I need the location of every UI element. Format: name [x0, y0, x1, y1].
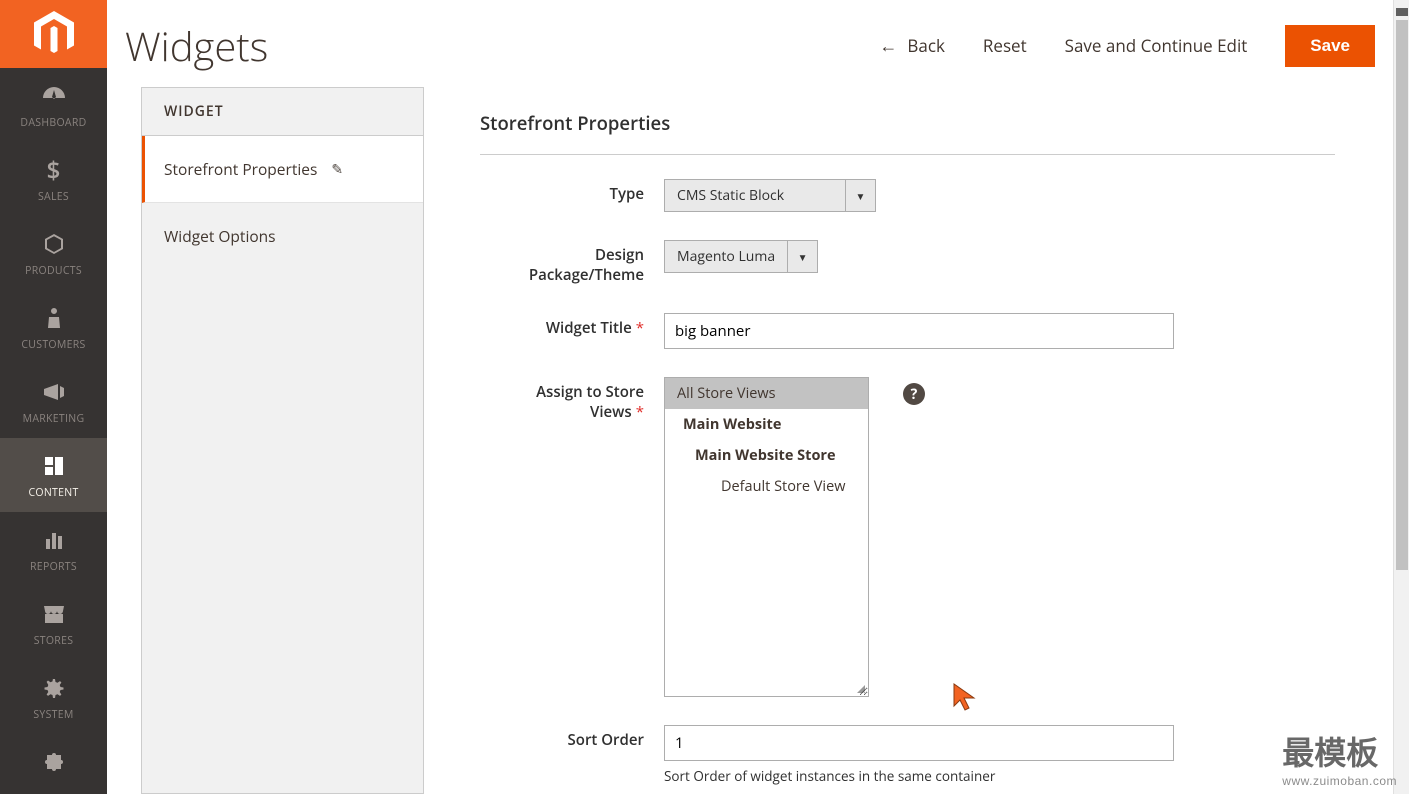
type-label: Type [480, 179, 650, 205]
store-option[interactable]: All Store Views [665, 378, 868, 409]
chevron-down-icon: ▼ [787, 241, 817, 272]
tab-storefront-properties[interactable]: Storefront Properties ✎ [142, 136, 423, 203]
sort-order-input[interactable] [664, 725, 1174, 761]
admin-sidebar: DASHBOARD $ SALES PRODUCTS CUSTOMERS MARKETIN… [0, 0, 107, 794]
vertical-scrollbar[interactable] [1393, 0, 1409, 794]
sidebar-item-label: MARKETING [23, 412, 85, 426]
reset-button[interactable]: Reset [983, 34, 1027, 57]
store-option[interactable]: Main Website Store [665, 440, 868, 471]
magento-logo[interactable] [0, 0, 107, 68]
sidebar-item-content[interactable]: CONTENT [0, 438, 107, 512]
cube-icon [43, 230, 65, 258]
field-store-views: Assign to Store Views* All Store ViewsMa… [480, 377, 1335, 697]
section-title: Storefront Properties [480, 111, 1335, 155]
back-arrow-icon: ← [879, 34, 897, 58]
sidebar-item-sales[interactable]: $ SALES [0, 142, 107, 216]
person-icon [46, 304, 62, 332]
store-option[interactable]: Main Website [665, 409, 868, 440]
sidebar-item-label: SALES [38, 190, 69, 204]
theme-label: Design Package/Theme [480, 240, 650, 285]
megaphone-icon [42, 378, 66, 406]
sort-order-note: Sort Order of widget instances in the sa… [664, 767, 1335, 785]
sidebar-item-stores[interactable]: STORES [0, 586, 107, 660]
puzzle-icon [43, 748, 65, 776]
sidebar-item-label: STORES [34, 634, 74, 648]
tab-label: Widget Options [164, 225, 276, 247]
store-icon [42, 600, 66, 628]
save-continue-button[interactable]: Save and Continue Edit [1065, 34, 1248, 57]
stores-label: Assign to Store Views* [480, 377, 650, 422]
sidebar-item-dashboard[interactable]: DASHBOARD [0, 68, 107, 142]
title-label: Widget Title* [480, 313, 650, 339]
content-icon [43, 452, 65, 480]
gear-icon [43, 674, 65, 702]
widget-tabs: WIDGET Storefront Properties ✎ Widget Opti… [141, 87, 424, 794]
sidebar-item-system[interactable]: SYSTEM [0, 660, 107, 734]
store-views-select[interactable]: All Store ViewsMain WebsiteMain Website … [664, 377, 869, 697]
page-actions: ← Back Reset Save and Continue Edit Save [879, 25, 1375, 67]
sidebar-item-reports[interactable]: REPORTS [0, 512, 107, 586]
main-area: Widgets ← Back Reset Save and Continue E… [107, 0, 1409, 794]
field-theme: Design Package/Theme Magento Luma ▼ [480, 240, 1335, 285]
field-sort-order: Sort Order Sort Order of widget instance… [480, 725, 1335, 785]
page-title: Widgets [125, 18, 268, 73]
sort-label: Sort Order [480, 725, 650, 751]
save-button[interactable]: Save [1285, 25, 1375, 67]
sidebar-item-label: SYSTEM [33, 708, 73, 722]
sidebar-item-puzzle[interactable] [0, 734, 107, 794]
tabs-header: WIDGET [142, 88, 423, 136]
sidebar-item-marketing[interactable]: MARKETING [0, 364, 107, 438]
store-option[interactable]: Default Store View [665, 471, 868, 502]
theme-value: Magento Luma [665, 241, 787, 272]
dollar-icon: $ [47, 156, 61, 184]
back-label: Back [907, 34, 945, 57]
bar-icon [43, 526, 65, 554]
theme-select[interactable]: Magento Luma ▼ [664, 240, 818, 273]
tab-widget-options[interactable]: Widget Options [142, 203, 423, 269]
field-widget-title: Widget Title* [480, 313, 1335, 349]
watermark: 最模板 www.zuimoban.com [1282, 728, 1397, 788]
storefront-properties-form: Storefront Properties Type CMS Static Bl… [480, 87, 1335, 794]
chevron-down-icon: ▼ [845, 180, 875, 211]
pencil-icon: ✎ [331, 160, 343, 179]
type-select[interactable]: CMS Static Block ▼ [664, 179, 876, 212]
sidebar-item-label: PRODUCTS [25, 264, 82, 278]
sidebar-item-label: REPORTS [30, 560, 77, 574]
resize-handle-icon[interactable] [855, 683, 867, 695]
back-button[interactable]: ← Back [879, 34, 945, 58]
field-type: Type CMS Static Block ▼ [480, 179, 1335, 212]
widget-title-input[interactable] [664, 313, 1174, 349]
magento-logo-icon [34, 11, 74, 57]
sidebar-item-label: DASHBOARD [20, 116, 86, 130]
page-header: Widgets ← Back Reset Save and Continue E… [107, 0, 1409, 87]
sidebar-item-label: CUSTOMERS [21, 338, 85, 352]
sidebar-item-products[interactable]: PRODUCTS [0, 216, 107, 290]
type-value: CMS Static Block [665, 180, 845, 211]
help-icon[interactable]: ? [903, 383, 925, 405]
tab-label: Storefront Properties [164, 158, 317, 180]
sidebar-item-label: CONTENT [28, 486, 78, 500]
sidebar-item-customers[interactable]: CUSTOMERS [0, 290, 107, 364]
dashboard-icon [41, 82, 67, 110]
